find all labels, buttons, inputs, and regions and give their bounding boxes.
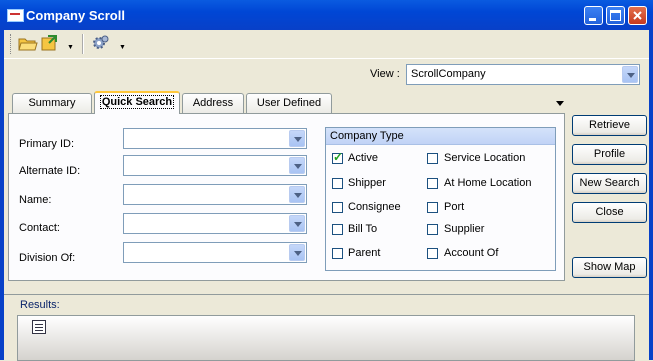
settings-gear-icon bbox=[93, 35, 109, 49]
division-of-label: Division Of: bbox=[19, 252, 76, 264]
service-location-checkbox[interactable] bbox=[427, 153, 438, 164]
window-title: Company Scroll bbox=[26, 8, 125, 23]
consignee-checkbox[interactable] bbox=[332, 202, 343, 213]
retrieve-button[interactable]: Retrieve bbox=[572, 115, 647, 136]
account-of-label: Account Of bbox=[444, 247, 499, 259]
parent-checkbox[interactable] bbox=[332, 248, 343, 259]
chevron-down-icon[interactable] bbox=[289, 244, 305, 261]
profile-button[interactable]: Profile bbox=[572, 144, 647, 165]
minimize-icon bbox=[589, 18, 596, 21]
port-checkbox[interactable] bbox=[427, 202, 438, 213]
grid-settings-icon[interactable] bbox=[32, 320, 46, 334]
tab-user-defined[interactable]: User Defined bbox=[246, 93, 332, 113]
close-window-button[interactable] bbox=[628, 6, 647, 25]
primary-id-field[interactable] bbox=[123, 128, 307, 149]
toolbar: ▼ ▼ bbox=[4, 30, 649, 59]
tools-dropdown-icon[interactable]: ▼ bbox=[119, 44, 126, 51]
consignee-label: Consignee bbox=[348, 201, 401, 213]
account-of-checkbox[interactable] bbox=[427, 248, 438, 259]
shipper-label: Shipper bbox=[348, 177, 386, 189]
parent-label: Parent bbox=[348, 247, 381, 259]
shipper-checkbox[interactable] bbox=[332, 178, 343, 189]
results-section: Results: bbox=[4, 294, 649, 361]
export-button[interactable] bbox=[40, 34, 62, 54]
tab-overflow-icon[interactable] bbox=[556, 101, 564, 106]
chevron-down-icon[interactable] bbox=[289, 157, 305, 174]
tab-label: Address bbox=[192, 97, 234, 109]
port-label: Port bbox=[444, 201, 465, 213]
chevron-down-icon[interactable] bbox=[622, 66, 638, 83]
company-type-group: Company Type Active Service Location Shi… bbox=[325, 127, 556, 271]
active-checkbox[interactable] bbox=[332, 150, 343, 164]
tab-label: User Defined bbox=[256, 97, 322, 109]
primary-id-label: Primary ID: bbox=[19, 138, 74, 150]
title-bar[interactable]: Company Scroll bbox=[0, 0, 653, 30]
company-type-title: Company Type bbox=[326, 128, 555, 145]
name-label: Name: bbox=[19, 194, 52, 206]
tab-label: Summary bbox=[28, 97, 76, 109]
alternate-id-field[interactable] bbox=[123, 155, 307, 176]
maximize-button[interactable] bbox=[606, 6, 625, 25]
chevron-down-icon[interactable] bbox=[289, 186, 305, 203]
close-icon bbox=[633, 11, 642, 20]
supplier-checkbox[interactable] bbox=[427, 224, 438, 235]
contact-field[interactable] bbox=[123, 213, 307, 234]
results-grid[interactable] bbox=[17, 315, 635, 361]
service-location-label: Service Location bbox=[444, 152, 526, 164]
export-dropdown-icon[interactable]: ▼ bbox=[67, 44, 74, 51]
toolbar-grip[interactable] bbox=[10, 34, 14, 54]
alternate-id-label: Alternate ID: bbox=[19, 165, 81, 177]
new-search-button[interactable]: New Search bbox=[572, 173, 647, 194]
main-frame: View : ScrollCompany Summary Quick Searc… bbox=[4, 58, 649, 295]
bill-to-checkbox[interactable] bbox=[332, 224, 343, 235]
tab-label: Quick Search bbox=[99, 95, 175, 109]
view-select[interactable]: ScrollCompany bbox=[406, 64, 640, 85]
chevron-down-icon[interactable] bbox=[289, 215, 305, 232]
show-map-button[interactable]: Show Map bbox=[572, 257, 647, 278]
tab-summary[interactable]: Summary bbox=[12, 93, 92, 113]
view-select-value: ScrollCompany bbox=[411, 68, 486, 80]
tab-address[interactable]: Address bbox=[182, 93, 244, 113]
supplier-label: Supplier bbox=[444, 223, 485, 235]
toolbar-separator bbox=[82, 34, 84, 54]
active-label: Active bbox=[348, 152, 378, 164]
view-label: View : bbox=[370, 68, 400, 80]
close-button[interactable]: Close bbox=[572, 202, 647, 223]
at-home-location-label: At Home Location bbox=[444, 177, 532, 189]
app-icon bbox=[7, 9, 24, 22]
name-field[interactable] bbox=[123, 184, 307, 205]
bill-to-label: Bill To bbox=[348, 223, 378, 235]
window-border-right bbox=[649, 30, 653, 360]
division-of-field[interactable] bbox=[123, 242, 307, 263]
tools-button[interactable] bbox=[90, 34, 112, 54]
contact-label: Contact: bbox=[19, 222, 60, 234]
open-button[interactable] bbox=[18, 34, 40, 54]
open-folder-icon bbox=[18, 38, 38, 51]
tab-quick-search[interactable]: Quick Search bbox=[94, 91, 180, 114]
chevron-down-icon[interactable] bbox=[289, 130, 305, 147]
maximize-icon bbox=[610, 10, 621, 21]
minimize-button[interactable] bbox=[584, 6, 603, 25]
export-icon bbox=[41, 35, 57, 51]
results-label: Results: bbox=[20, 299, 60, 311]
quick-search-panel: Primary ID: Alternate ID: Name: Contact:… bbox=[8, 113, 565, 281]
at-home-location-checkbox[interactable] bbox=[427, 178, 438, 189]
